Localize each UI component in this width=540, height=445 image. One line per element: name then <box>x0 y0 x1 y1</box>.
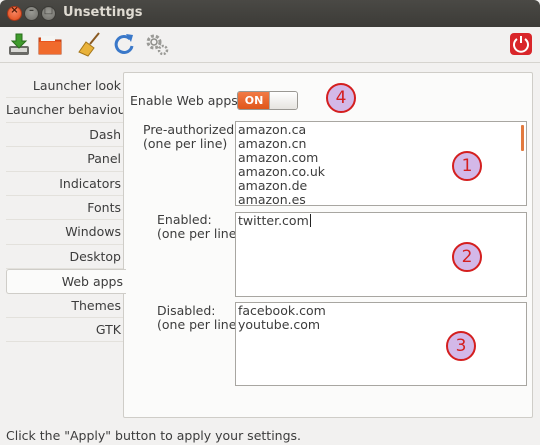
advanced-settings-button[interactable] <box>143 30 171 58</box>
enabled-label: Enabled: (one per line) <box>157 212 242 241</box>
minimize-icon: – <box>29 5 34 16</box>
textarea-line: amazon.cn <box>238 136 307 151</box>
folder-icon <box>38 36 62 55</box>
status-message: Click the "Apply" button to apply your s… <box>6 428 302 443</box>
open-folder-button[interactable] <box>36 30 64 58</box>
sidebar-item-desktop[interactable]: Desktop <box>6 245 124 270</box>
sidebar-item-gtk[interactable]: GTK <box>6 318 124 343</box>
download-save-icon <box>9 33 29 55</box>
enabled-textarea[interactable]: twitter.com <box>235 212 527 297</box>
settings-gear-icon <box>146 34 169 56</box>
annotation-marker-3: 3 <box>446 331 476 361</box>
textarea-line: amazon.de <box>238 178 308 193</box>
save-settings-button[interactable] <box>5 30 33 58</box>
toolbar <box>0 27 540 63</box>
textarea-line: facebook.com <box>238 303 326 318</box>
disabled-textarea[interactable]: facebook.com youtube.com <box>235 302 527 386</box>
window-title: Unsettings <box>63 5 143 20</box>
maximize-icon: □ <box>43 5 54 16</box>
annotation-marker-2: 2 <box>452 242 482 272</box>
broom-clean-icon <box>78 32 100 57</box>
sidebar-item-web-apps[interactable]: Web apps <box>6 269 126 294</box>
sidebar-item-indicators[interactable]: Indicators <box>6 172 124 196</box>
preauthorized-label: Pre-authorized: (one per line) <box>143 122 239 151</box>
power-icon <box>510 33 532 55</box>
close-icon: × <box>10 5 19 16</box>
sidebar-item-dash[interactable]: Dash <box>6 123 124 148</box>
sidebar: Launcher look Launcher behaviour Dash Pa… <box>6 74 131 343</box>
enable-web-apps-label: Enable Web apps: <box>130 93 243 108</box>
refresh-icon <box>114 34 134 54</box>
annotation-marker-4: 4 <box>326 83 356 113</box>
title-bar: × – □ Unsettings <box>0 0 540 27</box>
disabled-label: Disabled: (one per line) <box>157 303 242 332</box>
clean-button[interactable] <box>77 30 105 58</box>
sidebar-item-fonts[interactable]: Fonts <box>6 196 124 221</box>
vertical-scrollbar[interactable] <box>521 125 524 151</box>
sidebar-item-windows[interactable]: Windows <box>6 220 124 245</box>
sidebar-item-themes[interactable]: Themes <box>6 294 124 318</box>
text-caret <box>309 214 311 227</box>
maximize-window-button[interactable]: □ <box>41 5 56 21</box>
textarea-line: youtube.com <box>238 317 321 332</box>
textarea-line: amazon.ca <box>238 122 307 137</box>
textarea-line: twitter.com <box>238 213 311 228</box>
minimize-window-button[interactable]: – <box>24 5 39 21</box>
enable-web-apps-toggle[interactable]: ON <box>237 91 298 110</box>
sidebar-item-launcher-look[interactable]: Launcher look <box>6 74 124 99</box>
toggle-on-text: ON <box>238 92 270 109</box>
reload-button[interactable] <box>110 30 138 58</box>
sidebar-item-launcher-behaviour[interactable]: Launcher behaviour <box>6 98 131 123</box>
close-window-button[interactable]: × <box>7 5 22 21</box>
quit-button[interactable] <box>507 30 535 58</box>
textarea-line: amazon.es <box>238 192 306 206</box>
preauthorized-textarea[interactable]: amazon.ca amazon.cn amazon.com amazon.co… <box>235 121 527 206</box>
annotation-marker-1: 1 <box>452 151 482 181</box>
toggle-knob <box>269 92 297 109</box>
sidebar-item-panel[interactable]: Panel <box>6 147 124 172</box>
